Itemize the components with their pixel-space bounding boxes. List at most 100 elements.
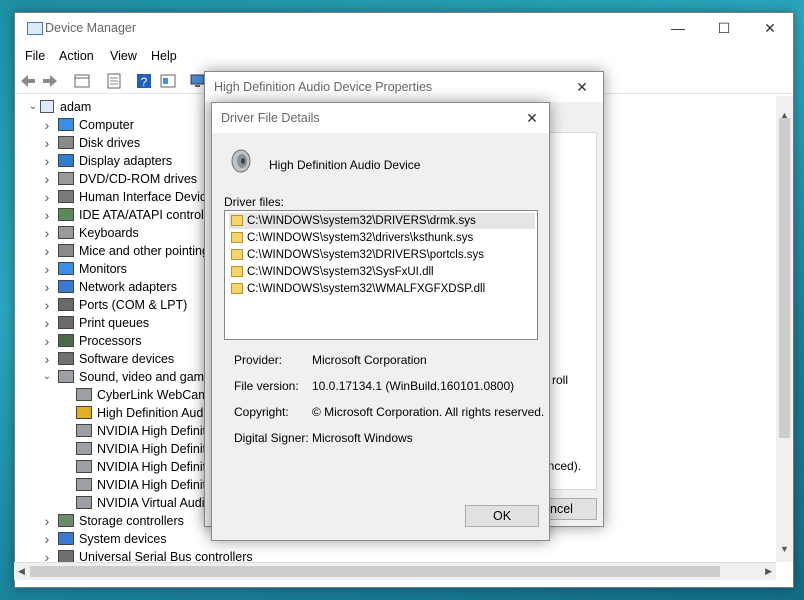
chevron-right-icon[interactable]: › [42,314,52,332]
speaker-icon [58,370,74,383]
tree-item-label: NVIDIA High Definiti [97,478,209,492]
back-arrow-icon[interactable] [19,72,37,90]
ok-button[interactable]: OK [465,505,539,527]
driver-file-path: C:\WINDOWS\system32\DRIVERS\drmk.sys [247,215,476,227]
close-button[interactable]: ✕ [747,13,793,43]
driver-files-list[interactable]: C:\WINDOWS\system32\DRIVERS\drmk.sys C:\… [224,210,538,340]
cancel-button-label: ncel [550,502,573,516]
printer-icon [58,316,74,329]
speaker-icon [76,478,92,491]
chevron-right-icon[interactable]: › [42,170,52,188]
tree-item-label: NVIDIA High Definiti [97,424,209,438]
device-manager-titlebar[interactable]: Device Manager — ☐ ✕ [15,13,793,43]
software-device-icon [58,352,74,365]
computer-icon [58,118,74,131]
driver-file-path: C:\WINDOWS\system32\SysFxUI.dll [247,266,434,278]
tree-item-label: Monitors [79,262,127,276]
scroll-left-arrow-icon[interactable]: ◀ [18,566,25,577]
tree-item-label: System devices [79,532,167,546]
tree-item-label: Network adapters [79,280,177,294]
vertical-scrollbar[interactable]: ▲ ▼ [776,96,793,562]
speaker-icon [76,442,92,455]
forward-arrow-icon[interactable] [41,72,59,90]
tree-item-label: Processors [79,334,142,348]
display-adapter-icon [58,154,74,167]
hscroll-thumb[interactable] [30,566,720,577]
menu-view[interactable]: View [110,49,137,63]
view-resources-icon[interactable] [159,72,177,90]
driver-file-row[interactable]: C:\WINDOWS\system32\WMALFXGFXDSP.dll [229,281,535,297]
window-title: Device Manager [45,21,137,35]
chevron-right-icon[interactable]: › [42,188,52,206]
chevron-right-icon[interactable]: › [42,152,52,170]
chevron-right-icon[interactable]: › [42,548,52,562]
speaker-icon [76,388,92,401]
minimize-button[interactable]: — [655,13,701,43]
properties-dialog-titlebar[interactable]: High Definition Audio Device Properties … [205,72,603,102]
tree-root-label: adam [60,100,92,114]
chevron-right-icon[interactable]: › [42,530,52,548]
menu-help[interactable]: Help [151,49,177,63]
horizontal-scrollbar[interactable]: ◀ ▶ [14,562,776,580]
chevron-right-icon[interactable]: › [42,332,52,350]
dvd-drive-icon [58,172,74,185]
driver-file-icon [231,249,243,260]
monitor-icon [58,262,74,275]
scroll-right-arrow-icon[interactable]: ▶ [765,566,772,577]
driver-file-row[interactable]: C:\WINDOWS\system32\DRIVERS\portcls.sys [229,247,535,263]
network-adapter-icon [58,280,74,293]
tree-item-label: NVIDIA High Definiti [97,460,209,474]
digital-signer-value: Microsoft Windows [312,431,413,445]
speaker-icon [76,496,92,509]
copyright-value: © Microsoft Corporation. All rights rese… [312,405,545,419]
driver-file-row[interactable]: C:\WINDOWS\system32\SysFxUI.dll [229,264,535,280]
driver-dialog-close-button[interactable]: ✕ [518,103,546,133]
driver-file-icon [231,232,243,243]
menu-action[interactable]: Action [59,49,94,63]
chevron-down-icon[interactable]: ⌄ [28,98,38,116]
tree-item-label: Computer [79,118,134,132]
tree-item-label: Human Interface Device [79,190,214,204]
tree-item-label: Mice and other pointing [79,244,209,258]
chevron-right-icon[interactable]: › [42,242,52,260]
tree-item-label: Software devices [79,352,175,366]
properties-icon[interactable] [105,72,123,90]
digital-signer-label: Digital Signer: [234,431,309,445]
svg-text:?: ? [141,75,148,89]
file-version-value: 10.0.17134.1 (WinBuild.160101.0800) [312,379,515,393]
tree-category-item[interactable]: › Universal Serial Bus controllers [14,548,754,562]
ok-button-label: OK [492,509,512,523]
ide-controller-icon [58,208,74,221]
show-hide-tree-icon[interactable] [73,72,91,90]
chevron-right-icon[interactable]: › [42,116,52,134]
properties-close-button[interactable]: ✕ [565,72,599,102]
scroll-down-arrow-icon[interactable]: ▼ [780,544,789,554]
driver-file-path: C:\WINDOWS\system32\drivers\ksthunk.sys [247,232,474,244]
chevron-right-icon[interactable]: › [42,260,52,278]
maximize-button[interactable]: ☐ [701,13,747,43]
chevron-right-icon[interactable]: › [42,134,52,152]
chevron-right-icon[interactable]: › [42,224,52,242]
tree-item-label: Sound, video and game [79,370,212,384]
driver-file-row[interactable]: C:\WINDOWS\system32\DRIVERS\drmk.sys [229,213,535,229]
tree-item-label: Print queues [79,316,150,330]
keyboard-icon [58,226,74,239]
chevron-right-icon[interactable]: › [42,350,52,368]
tree-item-label: CyberLink WebCam [97,388,209,402]
tree-item-label: Keyboards [79,226,139,240]
driver-file-row[interactable]: C:\WINDOWS\system32\drivers\ksthunk.sys [229,230,535,246]
chevron-right-icon[interactable]: › [42,206,52,224]
chevron-right-icon[interactable]: › [42,512,52,530]
disk-drive-icon [58,136,74,149]
driver-files-label: Driver files: [224,195,285,209]
menu-file[interactable]: File [25,49,45,63]
provider-label: Provider: [234,353,283,367]
chevron-right-icon[interactable]: › [42,278,52,296]
file-version-label: File version: [234,379,299,393]
chevron-right-icon[interactable]: › [42,296,52,314]
menu-bar: File Action View Help [15,43,793,65]
chevron-down-icon[interactable]: ⌄ [42,368,52,386]
help-icon[interactable]: ? [135,72,153,90]
scroll-thumb[interactable] [779,118,790,438]
driver-dialog-titlebar[interactable]: Driver File Details ✕ [212,103,549,133]
